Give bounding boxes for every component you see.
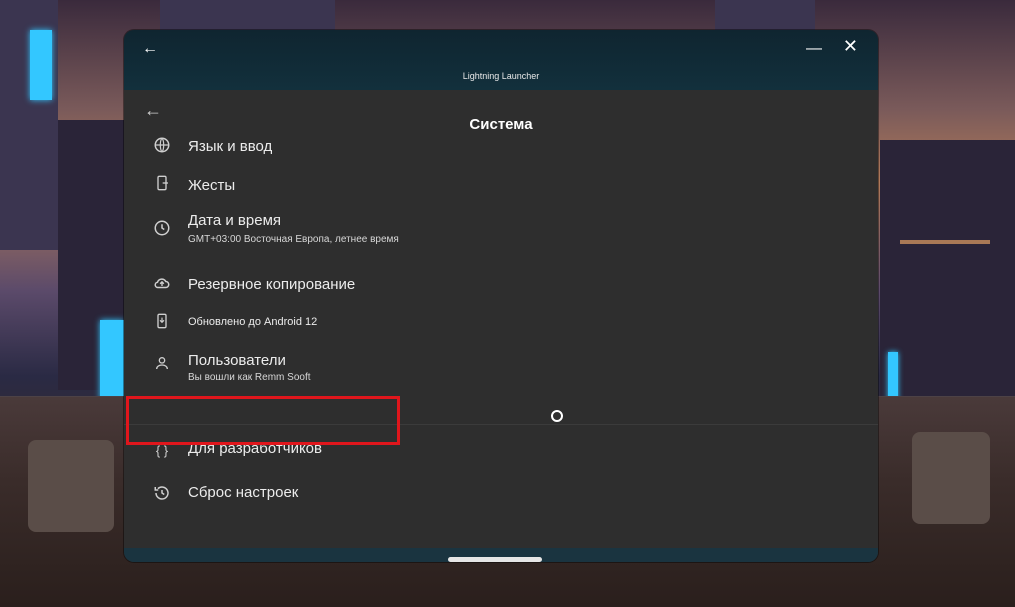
phone-gesture-icon bbox=[152, 174, 172, 194]
cloud-upload-icon bbox=[152, 274, 172, 294]
settings-item-label: Сброс настроек bbox=[188, 484, 299, 501]
minimize-icon[interactable]: — bbox=[806, 40, 822, 58]
settings-item-users[interactable]: Пользователи Вы вошли как Remm Sooft bbox=[124, 340, 878, 390]
clock-icon bbox=[152, 219, 172, 239]
settings-item-sublabel: Вы вошли как Remm Sooft bbox=[188, 372, 311, 383]
settings-item-sublabel: GMT+03:00 Восточная Европа, летнее время bbox=[188, 234, 399, 245]
bg-neon-sign bbox=[888, 352, 898, 402]
settings-content: ← Система Язык и ввод Жесты Дата и время… bbox=[124, 90, 878, 548]
bg-neon-sign bbox=[30, 30, 52, 100]
settings-item-backup[interactable]: Резервное копирование bbox=[124, 264, 878, 304]
pointer-cursor bbox=[551, 410, 563, 422]
settings-item-label: Резервное копирование bbox=[188, 276, 356, 293]
app-window: ← — ✕ Lightning Launcher ← Система Язык … bbox=[124, 30, 878, 562]
window-back-icon[interactable]: ← bbox=[142, 40, 158, 58]
globe-icon bbox=[152, 136, 172, 156]
window-title-bar: ← — ✕ Lightning Launcher bbox=[124, 30, 878, 90]
settings-item-label: Обновлено до Android 12 bbox=[188, 316, 318, 328]
settings-item-language[interactable]: Язык и ввод bbox=[124, 126, 878, 166]
settings-item-gestures[interactable]: Жесты bbox=[124, 164, 878, 204]
settings-item-label: Язык и ввод bbox=[188, 138, 273, 155]
home-indicator[interactable] bbox=[448, 557, 542, 562]
settings-item-reset[interactable]: Сброс настроек bbox=[124, 474, 878, 514]
system-update-icon bbox=[152, 312, 172, 332]
bg-neon-sign bbox=[100, 320, 124, 400]
bg-lights bbox=[900, 240, 990, 244]
bg-crate bbox=[28, 440, 114, 532]
settings-item-label: Жесты bbox=[188, 177, 236, 194]
settings-item-label: Дата и время bbox=[188, 212, 282, 229]
close-icon[interactable]: ✕ bbox=[843, 36, 858, 57]
settings-item-label: Пользователи bbox=[188, 352, 286, 369]
settings-item-datetime[interactable]: Дата и время GMT+03:00 Восточная Европа,… bbox=[124, 204, 878, 254]
history-icon bbox=[152, 484, 172, 504]
highlight-annotation bbox=[126, 396, 400, 445]
bg-building bbox=[880, 140, 1015, 400]
window-title: Lightning Launcher bbox=[462, 71, 540, 81]
person-icon bbox=[152, 355, 172, 375]
settings-item-system-update[interactable]: Обновлено до Android 12 bbox=[124, 302, 878, 342]
bg-crate bbox=[912, 432, 990, 524]
